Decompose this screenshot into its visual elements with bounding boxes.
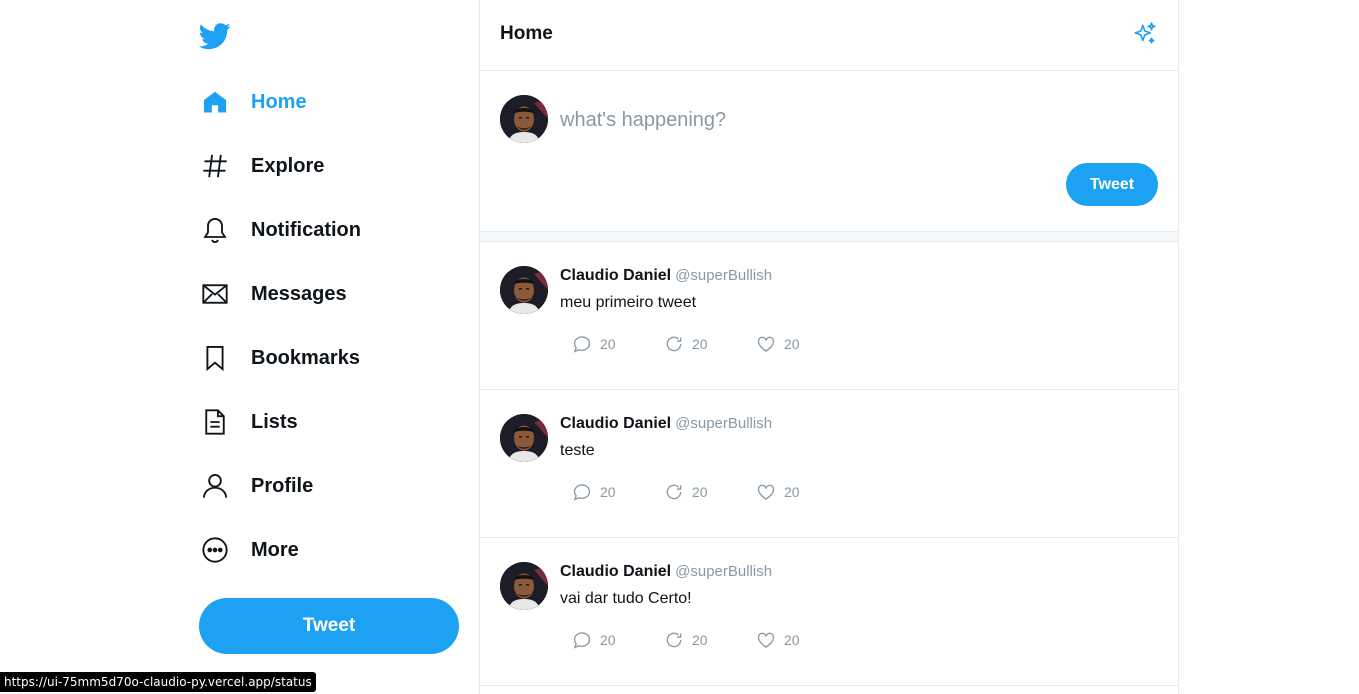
sidebar-item-label: Notification <box>251 218 361 241</box>
sidebar-item-lists[interactable]: Lists <box>199 390 459 454</box>
tweet-actions: 20 20 20 <box>572 334 848 354</box>
tweet-author: Claudio Daniel @superBullish <box>560 267 772 285</box>
like-button[interactable]: 20 <box>756 630 848 650</box>
retweet-icon <box>666 632 682 648</box>
reply-icon <box>573 632 591 649</box>
divider <box>480 231 1178 242</box>
retweet-count: 20 <box>692 484 708 500</box>
sparkle-icon[interactable] <box>1132 21 1158 47</box>
sidebar-item-label: Bookmarks <box>251 346 360 369</box>
sidebar-item-notification[interactable]: Notification <box>199 198 459 262</box>
author-handle[interactable]: @superBullish <box>675 415 772 432</box>
author-name[interactable]: Claudio Daniel <box>560 415 671 432</box>
like-button[interactable]: 20 <box>756 334 848 354</box>
tweet-actions: 20 20 20 <box>572 630 848 650</box>
sidebar: Home Explore Notification Messages Bookm… <box>198 0 479 694</box>
author-name[interactable]: Claudio Daniel <box>560 563 671 580</box>
avatar[interactable] <box>500 562 548 610</box>
sidebar-item-label: Messages <box>251 282 347 305</box>
reply-button[interactable]: 20 <box>572 482 664 502</box>
tweet-author: Claudio Daniel @superBullish <box>560 563 772 581</box>
sidebar-item-label: More <box>251 538 299 561</box>
author-name[interactable]: Claudio Daniel <box>560 267 671 284</box>
like-count: 20 <box>784 336 800 352</box>
avatar[interactable] <box>500 414 548 462</box>
avatar[interactable] <box>500 266 548 314</box>
reply-count: 20 <box>600 336 616 352</box>
tweet-text: vai dar tudo Certo! <box>560 590 692 607</box>
retweet-button[interactable]: 20 <box>664 482 756 502</box>
bell-icon <box>199 214 231 246</box>
heart-icon <box>757 484 775 500</box>
avatar <box>500 95 548 143</box>
heart-icon <box>757 632 775 648</box>
author-handle[interactable]: @superBullish <box>675 563 772 580</box>
page-title: Home <box>500 23 553 44</box>
envelope-icon <box>199 278 231 310</box>
more-circle-icon <box>199 534 231 566</box>
like-button[interactable]: 20 <box>756 482 848 502</box>
sidebar-item-label: Explore <box>251 154 325 177</box>
retweet-count: 20 <box>692 632 708 648</box>
reply-count: 20 <box>600 484 616 500</box>
tweet-composer: Tweet <box>480 71 1178 231</box>
tweet-input[interactable] <box>560 105 1120 135</box>
retweet-icon <box>666 484 682 500</box>
reply-count: 20 <box>600 632 616 648</box>
retweet-icon <box>666 336 682 352</box>
feed-header: Home <box>480 0 1178 71</box>
tweet-item[interactable]: Claudio Daniel @superBullish meu primeiro… <box>480 242 1178 390</box>
reply-button[interactable]: 20 <box>572 630 664 650</box>
tweet-submit-button[interactable]: Tweet <box>1066 163 1158 206</box>
hashtag-icon <box>199 150 231 182</box>
tweet-text: teste <box>560 442 595 459</box>
sidebar-item-messages[interactable]: Messages <box>199 262 459 326</box>
tweet-item[interactable]: Claudio Daniel @superBullish teste 20 20 … <box>480 390 1178 538</box>
list-icon <box>199 406 231 438</box>
app: Home Explore Notification Messages Bookm… <box>0 0 1359 694</box>
tweet-actions: 20 20 20 <box>572 482 848 502</box>
tweet-author: Claudio Daniel @superBullish <box>560 415 772 433</box>
sidebar-item-bookmarks[interactable]: Bookmarks <box>199 326 459 390</box>
home-icon <box>199 86 231 118</box>
sidebar-item-explore[interactable]: Explore <box>199 134 459 198</box>
user-icon <box>199 470 231 502</box>
reply-button[interactable]: 20 <box>572 334 664 354</box>
sidebar-item-profile[interactable]: Profile <box>199 454 459 518</box>
bookmark-icon <box>199 342 231 374</box>
sidebar-item-label: Home <box>251 90 307 113</box>
tweet-text: meu primeiro tweet <box>560 294 697 311</box>
like-count: 20 <box>784 632 800 648</box>
sidebar-tweet-button[interactable]: Tweet <box>199 598 459 654</box>
sidebar-item-label: Lists <box>251 410 298 433</box>
twitter-bird-icon[interactable] <box>198 20 231 52</box>
like-count: 20 <box>784 484 800 500</box>
main-feed: Home Tweet Claudio Daniel@superBullish m… <box>479 0 1179 694</box>
reply-icon <box>573 484 591 501</box>
tweet-item[interactable]: Claudio Daniel @superBullish vai dar tudo… <box>480 538 1178 686</box>
retweet-count: 20 <box>692 336 708 352</box>
sidebar-item-home[interactable]: Home <box>199 70 459 134</box>
retweet-button[interactable]: 20 <box>664 630 756 650</box>
sidebar-item-more[interactable]: More <box>199 518 459 582</box>
author-handle[interactable]: @superBullish <box>675 267 772 284</box>
browser-status-url: https://ui-75mm5d70o-claudio-py.vercel.a… <box>0 672 316 692</box>
retweet-button[interactable]: 20 <box>664 334 756 354</box>
reply-icon <box>573 336 591 353</box>
heart-icon <box>757 336 775 352</box>
sidebar-item-label: Profile <box>251 474 314 497</box>
